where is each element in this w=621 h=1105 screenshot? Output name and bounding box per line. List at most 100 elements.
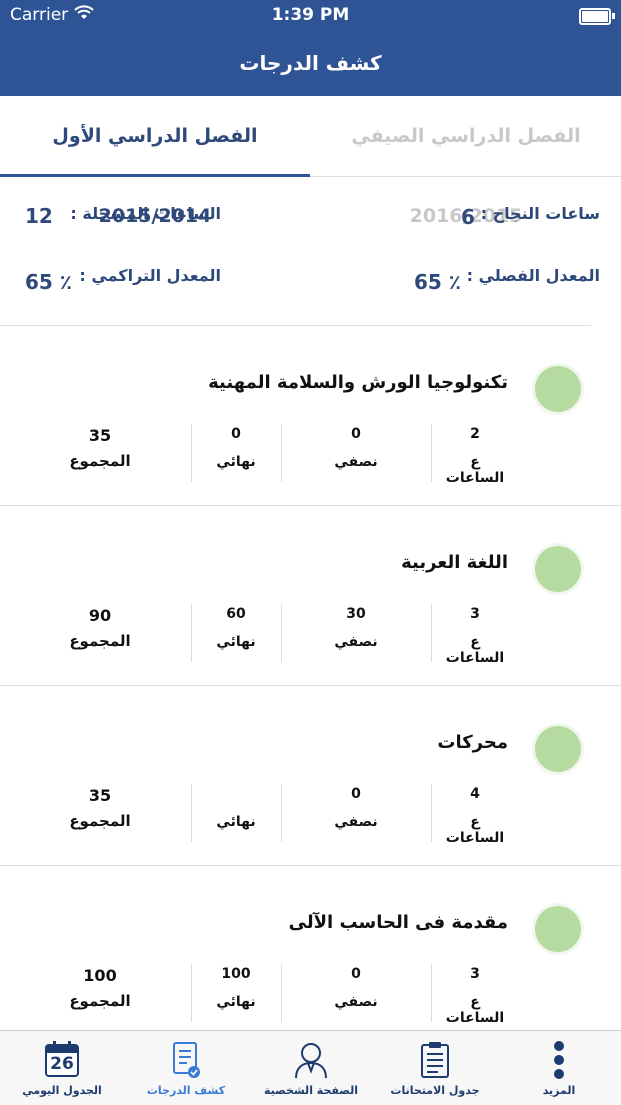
semester-gpa: المعدل الفصلي : xyxy=(467,266,600,285)
tabbar-more[interactable]: المزيد xyxy=(497,1031,621,1105)
grades-summary: الساعات المسجلة : 12 ساعات النجاح : 6 ال… xyxy=(0,176,621,326)
course-card[interactable]: محركات 4 ع الساعات 0 نصفي نهائي 35 المجموع xyxy=(0,686,621,866)
column-separator xyxy=(281,604,282,662)
registered-hours-value: 12 xyxy=(25,204,53,228)
tabbar-grades[interactable]: كشف الدرجات xyxy=(124,1031,248,1105)
bottom-tab-bar: المزيد جدول الامتحانات الصفحة الشخصية كش… xyxy=(0,1030,621,1105)
semester-gpa-value: 65 ٪ xyxy=(414,270,462,294)
course-final: 0 نهائي xyxy=(206,426,266,470)
total-value: 100 xyxy=(83,966,117,985)
column-separator xyxy=(281,964,282,1022)
tabbar-more-label: المزيد xyxy=(542,1084,576,1097)
course-midterm: 0 نصفي xyxy=(326,786,386,830)
clock: 1:39 PM xyxy=(271,5,350,25)
course-card[interactable]: تكنولوجيا الورش والسلامة المهنية 2 ع السا… xyxy=(0,326,621,506)
column-separator xyxy=(191,784,192,842)
midterm-label: نصفي xyxy=(334,454,378,470)
course-total: 35 المجموع xyxy=(60,426,140,470)
battery-icon xyxy=(579,8,615,25)
column-separator xyxy=(191,964,192,1022)
total-label: المجموع xyxy=(69,632,131,650)
midterm-label: نصفي xyxy=(334,994,378,1010)
course-midterm: 0 نصفي xyxy=(326,966,386,1010)
hours-value: 4 xyxy=(470,786,480,802)
column-separator xyxy=(191,604,192,662)
hours-value: 3 xyxy=(470,966,480,982)
course-name: اللغة العربية xyxy=(401,552,508,573)
course-status-dot xyxy=(535,726,581,772)
final-value: 60 xyxy=(226,606,246,622)
course-hours: 3 ع الساعات xyxy=(440,966,510,1026)
tabbar-daily-schedule[interactable]: 26 الجدول اليومي xyxy=(0,1031,124,1105)
hours-label: ع الساعات xyxy=(445,814,505,846)
final-label: نهائي xyxy=(216,814,256,830)
report-card-icon xyxy=(171,1041,201,1083)
total-label: المجموع xyxy=(69,452,131,470)
column-separator xyxy=(281,424,282,482)
midterm-value: 0 xyxy=(351,426,361,442)
cumulative-gpa: المعدل التراكمي : xyxy=(79,266,221,285)
column-separator xyxy=(431,424,432,482)
midterm-label: نصفي xyxy=(334,814,378,830)
tabbar-profile[interactable]: الصفحة الشخصية xyxy=(249,1031,373,1105)
hours-label: ع الساعات xyxy=(445,634,505,666)
registered-hours-label: الساعات المسجلة : xyxy=(70,204,221,223)
course-final: 60 نهائي xyxy=(206,606,266,650)
status-bar: Carrier 1:39 PM xyxy=(0,0,621,30)
semester-gpa-label: المعدل الفصلي : xyxy=(466,266,600,285)
course-total: 35 المجموع xyxy=(60,786,140,830)
passed-hours: ساعات النجاح : xyxy=(481,204,600,223)
course-card[interactable]: مقدمة فى الحاسب الآلى 3 ع الساعات 0 نصفي 1… xyxy=(0,866,621,1046)
midterm-value: 0 xyxy=(351,966,361,982)
passed-hours-label: ساعات النجاح : xyxy=(480,204,600,223)
calendar-icon: 26 xyxy=(45,1041,79,1077)
course-status-dot xyxy=(535,366,581,412)
hours-value: 3 xyxy=(470,606,480,622)
cumulative-gpa-label: المعدل التراكمي : xyxy=(79,266,221,285)
course-status-dot xyxy=(535,546,581,592)
course-hours: 4 ع الساعات xyxy=(440,786,510,846)
course-total: 90 المجموع xyxy=(60,606,140,650)
column-separator xyxy=(431,604,432,662)
total-value: 90 xyxy=(88,606,112,625)
final-value: 0 xyxy=(231,426,241,442)
column-separator xyxy=(431,964,432,1022)
clipboard-icon xyxy=(420,1041,450,1083)
midterm-value: 30 xyxy=(346,606,366,622)
passed-hours-value: 6 xyxy=(461,205,475,229)
tabbar-exams[interactable]: جدول الامتحانات xyxy=(373,1031,497,1105)
hours-value: 2 xyxy=(470,426,480,442)
final-label: نهائي xyxy=(216,454,256,470)
course-name: محركات xyxy=(437,732,508,753)
column-separator xyxy=(191,424,192,482)
total-value: 35 xyxy=(88,786,112,805)
course-final: نهائي xyxy=(206,786,266,830)
total-label: المجموع xyxy=(69,992,131,1010)
calendar-day: 26 xyxy=(50,1054,74,1074)
course-midterm: 0 نصفي xyxy=(326,426,386,470)
total-label: المجموع xyxy=(69,812,131,830)
course-final: 100 نهائي xyxy=(206,966,266,1010)
column-separator xyxy=(281,784,282,842)
tabbar-exams-label: جدول الامتحانات xyxy=(390,1084,480,1097)
column-separator xyxy=(431,784,432,842)
final-label: نهائي xyxy=(216,994,256,1010)
midterm-label: نصفي xyxy=(334,634,378,650)
course-total: 100 المجموع xyxy=(60,966,140,1010)
course-status-dot xyxy=(535,906,581,952)
course-card[interactable]: اللغة العربية 3ع الساعات 30 نصفي 60 نهائي … xyxy=(0,506,621,686)
final-value: 100 xyxy=(221,966,251,982)
cumulative-gpa-value: 65 ٪ xyxy=(25,270,73,294)
course-hours: 2 ع الساعات xyxy=(440,426,510,486)
course-midterm: 30 نصفي xyxy=(326,606,386,650)
tab-first-semester[interactable]: الفصل الدراسي الأول 2015/2014 xyxy=(0,96,310,227)
hours-label: ع الساعات xyxy=(445,454,505,486)
registered-hours: الساعات المسجلة : xyxy=(70,204,221,223)
tabbar-grades-label: كشف الدرجات xyxy=(146,1084,226,1097)
tab-summer-semester[interactable]: الفصل الدراسي الصيفي 2016/2015 xyxy=(311,96,621,227)
final-label: نهائي xyxy=(216,634,256,650)
hours-label: ع الساعات xyxy=(445,994,505,1026)
page-title: كشف الدرجات xyxy=(0,30,621,96)
more-dots-icon xyxy=(552,1041,566,1085)
midterm-value: 0 xyxy=(351,786,361,802)
